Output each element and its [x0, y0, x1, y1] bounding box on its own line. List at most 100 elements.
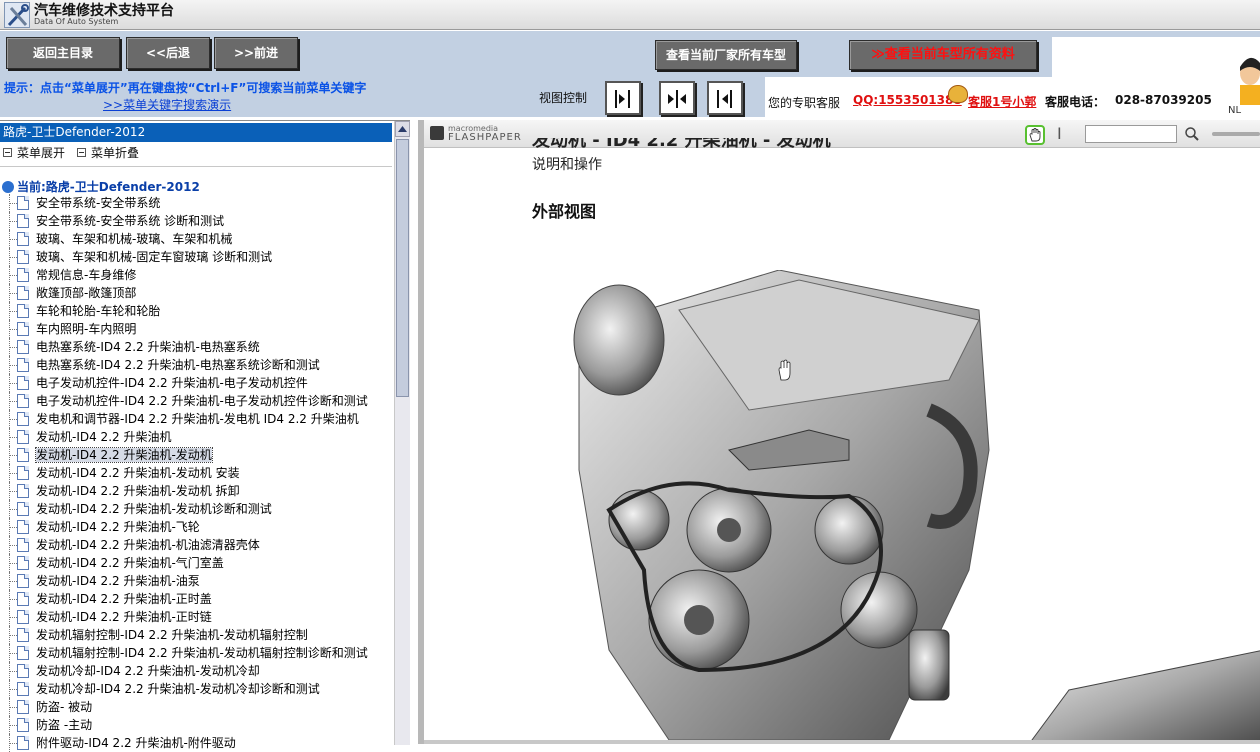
view-all-models-button[interactable]: 查看当前厂家所有车型 — [655, 40, 797, 70]
tree-item[interactable]: 附件驱动-ID4 2.2 升柴油机-附件驱动 — [0, 734, 392, 752]
tree-connector-branch — [10, 491, 17, 492]
scroll-up-arrow-icon[interactable] — [395, 121, 410, 137]
tree-connector-branch — [10, 293, 17, 294]
viewer-bottom-border — [424, 740, 1260, 744]
tree-connector-branch — [10, 581, 17, 582]
tree-item[interactable]: 发动机-ID4 2.2 升柴油机 — [0, 428, 392, 446]
split-arrows-icon — [668, 90, 686, 108]
tree-item-label: 电热塞系统-ID4 2.2 升柴油机-电热塞系统 — [36, 340, 260, 354]
qq-penguin-icon[interactable] — [948, 85, 968, 103]
home-button[interactable]: 返回主目录 — [6, 37, 120, 69]
tree-item[interactable]: 发动机-ID4 2.2 升柴油机-发动机 安装 — [0, 464, 392, 482]
tree-item[interactable]: 发动机-ID4 2.2 升柴油机-正时链 — [0, 608, 392, 626]
text-select-icon[interactable]: I — [1057, 125, 1067, 143]
view-expand-right-button[interactable] — [707, 81, 743, 115]
tree-connector-branch — [10, 239, 17, 240]
document-icon — [17, 592, 29, 606]
tree-connector-branch — [10, 419, 17, 420]
flashpaper-brand: FLASHPAPER — [448, 132, 522, 143]
svg-text:NL: NL — [1228, 105, 1241, 116]
document-icon — [17, 538, 29, 552]
tree-scrollbar[interactable] — [394, 121, 410, 745]
tree-item[interactable]: 电热塞系统-ID4 2.2 升柴油机-电热塞系统 — [0, 338, 392, 356]
zoom-slider[interactable] — [1212, 132, 1260, 136]
view-split-button[interactable] — [659, 81, 695, 115]
document-icon — [17, 340, 29, 354]
tree-item[interactable]: 电子发动机控件-ID4 2.2 升柴油机-电子发动机控件诊断和测试 — [0, 392, 392, 410]
tree-root-label: 当前:路虎-卫士Defender-2012 — [17, 180, 200, 194]
phone-label: 客服电话： — [1045, 95, 1106, 109]
tree-item[interactable]: 发动机-ID4 2.2 升柴油机-飞轮 — [0, 518, 392, 536]
info-bar: 提示：点击“菜单展开”再在键盘按“Ctrl+F”可搜索当前菜单关键字 >>菜单关… — [0, 77, 1260, 117]
tree-item[interactable]: 发动机辐射控制-ID4 2.2 升柴油机-发动机辐射控制诊断和测试 — [0, 644, 392, 662]
tree-item[interactable]: 电子发动机控件-ID4 2.2 升柴油机-电子发动机控件 — [0, 374, 392, 392]
document-icon — [17, 574, 29, 588]
tree-connector-branch — [10, 635, 17, 636]
tree-item[interactable]: 发动机-ID4 2.2 升柴油机-发动机 — [0, 446, 392, 464]
view-all-data-button[interactable]: ≫查看当前车型所有资料 — [849, 40, 1037, 70]
menu-collapse-button[interactable]: 菜单折叠 — [77, 144, 139, 161]
scrollbar-thumb[interactable] — [396, 139, 409, 397]
flashpaper-logo-icon — [430, 126, 444, 140]
tree-item[interactable]: 玻璃、车架和机械-玻璃、车架和机械 — [0, 230, 392, 248]
view-expand-left-button[interactable] — [605, 81, 641, 115]
tree-connector-branch — [10, 725, 17, 726]
vehicle-title-bar[interactable]: 路虎-卫士Defender-2012 — [0, 123, 392, 142]
forward-button[interactable]: >>前进 — [214, 37, 298, 69]
search-demo-link[interactable]: >>菜单关键字搜索演示 — [103, 96, 231, 113]
qq-link[interactable]: QQ:1553501388 — [853, 93, 962, 107]
mascot-image: NL — [1228, 37, 1260, 117]
tree-item-label: 安全带系统-安全带系统 诊断和测试 — [36, 214, 225, 228]
tree-item-label: 车轮和轮胎-车轮和轮胎 — [36, 304, 161, 318]
tree-connector-branch — [10, 473, 17, 474]
tree-connector-branch — [10, 275, 17, 276]
tree-item[interactable]: 敞篷顶部-敞篷顶部 — [0, 284, 392, 302]
tree-item-label: 敞篷顶部-敞篷顶部 — [36, 286, 137, 300]
tree-item-label: 电子发动机控件-ID4 2.2 升柴油机-电子发动机控件诊断和测试 — [36, 394, 368, 408]
tree-item-label: 安全带系统-安全带系统 — [36, 196, 161, 210]
tree-item[interactable]: 车内照明-车内照明 — [0, 320, 392, 338]
tree-item[interactable]: 发动机-ID4 2.2 升柴油机-机油滤清器壳体 — [0, 536, 392, 554]
tree-item[interactable]: 玻璃、车架和机械-固定车窗玻璃 诊断和测试 — [0, 248, 392, 266]
document-icon — [17, 358, 29, 372]
tree-item-label: 玻璃、车架和机械-玻璃、车架和机械 — [36, 232, 233, 246]
tree-root-node[interactable]: 当前:路虎-卫士Defender-2012 — [2, 178, 200, 195]
tree-item-label: 发动机-ID4 2.2 升柴油机-正时盖 — [36, 592, 212, 606]
tree-item[interactable]: 车轮和轮胎-车轮和轮胎 — [0, 302, 392, 320]
tree-item[interactable]: 电热塞系统-ID4 2.2 升柴油机-电热塞系统诊断和测试 — [0, 356, 392, 374]
tree-item[interactable]: 发动机-ID4 2.2 升柴油机-气门室盖 — [0, 554, 392, 572]
tree-item[interactable]: 安全带系统-安全带系统 诊断和测试 — [0, 212, 392, 230]
tree-connector-branch — [10, 599, 17, 600]
document-icon — [17, 376, 29, 390]
tree-item[interactable]: 发动机冷却-ID4 2.2 升柴油机-发动机冷却 — [0, 662, 392, 680]
app-logo-icon — [4, 2, 30, 28]
tree-item[interactable]: 防盗- 被动 — [0, 698, 392, 716]
document-viewer: macromedia FLASHPAPER I 发动机 - ID4 2.2 升柴… — [418, 120, 1260, 744]
tree-item[interactable]: 发动机-ID4 2.2 升柴油机-发动机诊断和测试 — [0, 500, 392, 518]
tree-item[interactable]: 发动机-ID4 2.2 升柴油机-正时盖 — [0, 590, 392, 608]
hand-tool-icon[interactable] — [1025, 125, 1045, 145]
document-icon — [17, 394, 29, 408]
search-icon[interactable] — [1184, 126, 1200, 142]
document-icon — [17, 628, 29, 642]
tree-item[interactable]: 发电机和调节器-ID4 2.2 升柴油机-发电机 ID4 2.2 升柴油机 — [0, 410, 392, 428]
tree-item-label: 发动机-ID4 2.2 升柴油机-油泵 — [36, 574, 200, 588]
tree-item[interactable]: 常规信息-车身维修 — [0, 266, 392, 284]
app-subtitle: Data Of Auto System — [34, 17, 119, 26]
tree-connector-branch — [10, 383, 17, 384]
tree-item[interactable]: 安全带系统-安全带系统 — [0, 194, 392, 212]
document-icon — [17, 664, 29, 678]
document-icon — [17, 610, 29, 624]
menu-expand-button[interactable]: 菜单展开 — [3, 144, 65, 161]
tree-item-label: 发动机-ID4 2.2 升柴油机-飞轮 — [36, 520, 200, 534]
back-button[interactable]: <<后退 — [126, 37, 210, 69]
tree-item[interactable]: 发动机辐射控制-ID4 2.2 升柴油机-发动机辐射控制 — [0, 626, 392, 644]
viewer-search-input[interactable] — [1085, 125, 1177, 143]
tree-item[interactable]: 发动机冷却-ID4 2.2 升柴油机-发动机冷却诊断和测试 — [0, 680, 392, 698]
tree-item[interactable]: 防盗 -主动 — [0, 716, 392, 734]
tree-item[interactable]: 发动机-ID4 2.2 升柴油机-油泵 — [0, 572, 392, 590]
tree-item-label: 发动机-ID4 2.2 升柴油机-发动机 — [35, 447, 213, 463]
tree-item[interactable]: 发动机-ID4 2.2 升柴油机-发动机 拆卸 — [0, 482, 392, 500]
tree-item-label: 车内照明-车内照明 — [36, 322, 137, 336]
agent-link[interactable]: 客服1号小郭 — [968, 93, 1036, 110]
